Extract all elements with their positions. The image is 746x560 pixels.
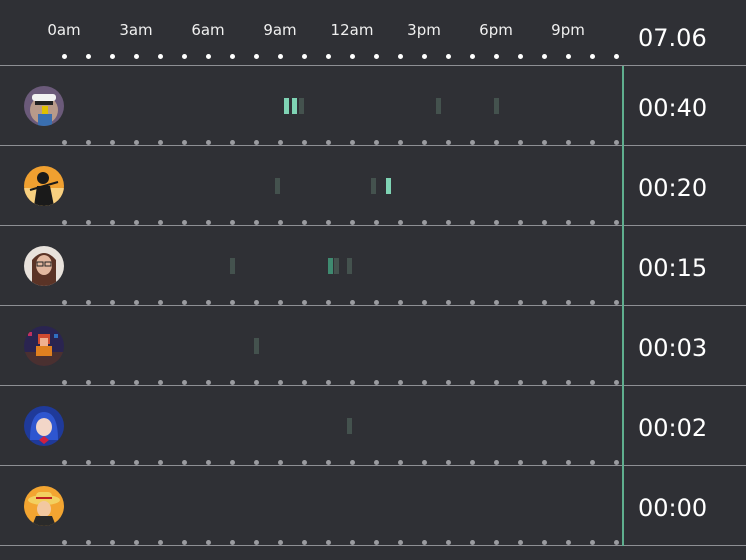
hour-dot [373, 54, 379, 59]
hour-dot [373, 540, 379, 545]
hour-dot [61, 540, 67, 545]
activity-bar [385, 178, 391, 194]
hour-label-0am: 0am [47, 21, 81, 39]
hour-dot [445, 54, 451, 59]
hour-dot [109, 540, 115, 545]
hour-dot [589, 540, 595, 545]
hour-dot [181, 540, 187, 545]
hour-dot [253, 540, 259, 545]
hour-label-6am: 6am [191, 21, 225, 39]
activity-bar [299, 98, 305, 114]
hour-dot [565, 540, 571, 545]
hour-dot [565, 54, 571, 59]
avatar-woman-glasses-icon[interactable] [24, 246, 64, 286]
hour-dot [133, 54, 139, 59]
hour-dot [613, 540, 619, 545]
hour-dot [397, 540, 403, 545]
hour-dot [541, 54, 547, 59]
hour-label-12am: 12am [330, 21, 374, 39]
activity-bar [283, 98, 289, 114]
activity-bar [435, 98, 441, 114]
hour-label-3pm: 3pm [407, 21, 441, 39]
hour-label-6pm: 6pm [479, 21, 513, 39]
hour-dot [421, 540, 427, 545]
activity-bar [327, 258, 333, 274]
user-row[interactable]: 00:15 [0, 225, 746, 305]
hour-label-9am: 9am [263, 21, 297, 39]
hour-dot [157, 540, 163, 545]
hour-dot [229, 540, 235, 545]
hour-dot [109, 54, 115, 59]
daily-total: 00:02 [638, 414, 708, 442]
activity-bar [253, 338, 259, 354]
hour-dot [301, 54, 307, 59]
user-row[interactable]: 00:00 [0, 465, 746, 546]
hour-label-9pm: 9pm [551, 21, 585, 39]
daily-total: 00:20 [638, 174, 708, 202]
hour-dot [301, 540, 307, 545]
hour-dot [277, 54, 283, 59]
daily-total: 00:03 [638, 334, 708, 362]
hour-dot [445, 540, 451, 545]
hour-dot [325, 54, 331, 59]
daily-total: 00:15 [638, 254, 708, 282]
hour-dot [61, 54, 67, 59]
activity-bar [347, 258, 353, 274]
date-label: 07.06 [638, 24, 707, 52]
hour-dot [229, 54, 235, 59]
activity-bar [333, 258, 339, 274]
hour-dot [613, 54, 619, 59]
daily-total: 00:40 [638, 94, 708, 122]
avatar-anime-straw-hat-icon[interactable] [24, 486, 64, 526]
hour-dot [133, 540, 139, 545]
hour-dot [493, 540, 499, 545]
hour-dot [349, 54, 355, 59]
hour-dot [253, 54, 259, 59]
hour-dot [469, 540, 475, 545]
activity-bar [347, 418, 353, 434]
hour-dot [325, 540, 331, 545]
hour-dot [589, 54, 595, 59]
activity-bar [493, 98, 499, 114]
activity-bar [275, 178, 281, 194]
hour-dot [541, 540, 547, 545]
hour-dot [157, 54, 163, 59]
hour-dot [205, 54, 211, 59]
user-row[interactable]: 00:20 [0, 145, 746, 225]
daily-total: 00:00 [638, 494, 708, 522]
avatar-pixel-character-icon[interactable] [24, 326, 64, 366]
hour-dot [85, 54, 91, 59]
activity-bar [291, 98, 297, 114]
current-time-line [622, 66, 624, 546]
hour-dot [349, 540, 355, 545]
hour-label-3am: 3am [119, 21, 153, 39]
user-row[interactable]: 00:02 [0, 385, 746, 465]
hour-dot [205, 540, 211, 545]
hour-dot [517, 54, 523, 59]
hour-dot [277, 540, 283, 545]
avatar-anime-blue-hair-icon[interactable] [24, 406, 64, 446]
avatar-silhouette-sunset-icon[interactable] [24, 166, 64, 206]
hour-dot [85, 540, 91, 545]
hour-dot [517, 540, 523, 545]
hour-dot [421, 54, 427, 59]
user-row[interactable]: 00:03 [0, 305, 746, 385]
hour-dot [181, 54, 187, 59]
hour-dot [493, 54, 499, 59]
timeline-header: 0am 3am 6am 9am 12am 3pm 6pm 9pm 07.06 [0, 0, 746, 66]
activity-bar [371, 178, 377, 194]
avatar-sunglasses-icon[interactable] [24, 86, 64, 126]
user-row[interactable]: 00:40 [0, 65, 746, 145]
hour-dot [469, 54, 475, 59]
activity-bar [229, 258, 235, 274]
hour-dot [397, 54, 403, 59]
